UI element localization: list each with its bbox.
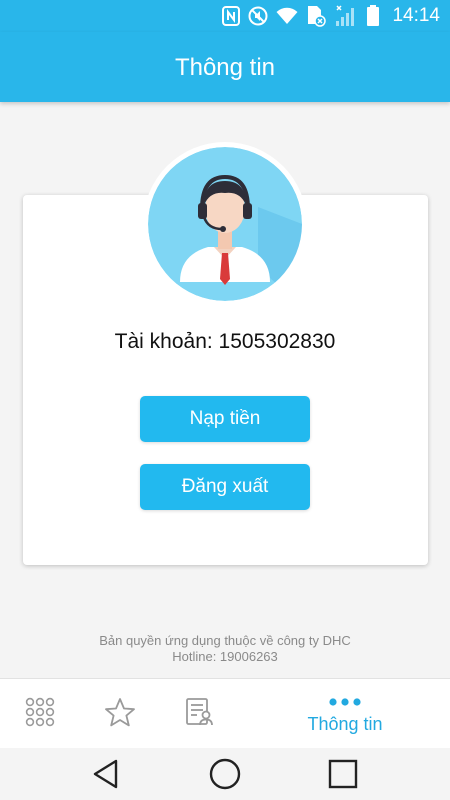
wifi-icon — [276, 5, 298, 27]
page-title: Thông tin — [174, 54, 276, 81]
account-number: Tài khoản: 1505302830 — [114, 330, 336, 353]
hotline-text: Hotline: 19006263 — [172, 649, 278, 664]
home-icon — [209, 758, 241, 790]
sim-icon — [306, 5, 327, 27]
battery-icon — [366, 5, 380, 27]
tab-info-label: Thông tin — [307, 713, 383, 734]
status-bar: 14:14 — [0, 0, 450, 32]
copyright-footer: Bản quyền ứng dụng thuộc về công ty DHC … — [0, 633, 450, 665]
mute-icon — [248, 5, 268, 27]
bottom-nav: Thông tin — [0, 678, 450, 748]
back-button[interactable] — [86, 756, 126, 792]
tab-contacts[interactable] — [178, 679, 222, 749]
tab-info[interactable]: Thông tin — [290, 679, 400, 749]
more-dots-icon — [328, 694, 362, 712]
logout-button[interactable]: Đăng xuất — [140, 464, 310, 510]
recent-apps-icon — [328, 759, 358, 789]
tab-grid[interactable] — [18, 679, 62, 749]
app-bar: Thông tin — [0, 32, 450, 102]
contact-list-icon — [184, 696, 216, 733]
star-icon — [104, 697, 136, 732]
avatar — [143, 142, 307, 306]
recent-apps-button[interactable] — [323, 756, 363, 792]
support-agent-avatar — [148, 147, 302, 301]
status-icons: 14:14 — [222, 4, 440, 28]
topup-button[interactable]: Nạp tiền — [140, 396, 310, 442]
home-button[interactable] — [205, 756, 245, 792]
status-clock: 14:14 — [392, 5, 440, 26]
copyright-text: Bản quyền ứng dụng thuộc về công ty DHC — [99, 633, 351, 648]
grid-icon — [24, 696, 56, 733]
tab-favorites[interactable] — [98, 679, 142, 749]
system-nav-bar — [0, 748, 450, 800]
nfc-icon — [222, 5, 241, 27]
signal-icon — [334, 5, 358, 27]
back-icon — [93, 759, 118, 789]
